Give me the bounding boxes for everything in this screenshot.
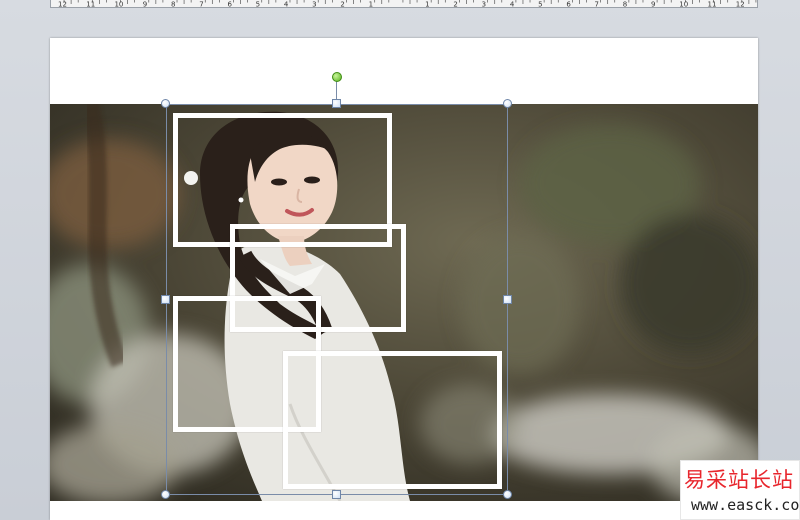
resize-handle-middle-left[interactable] [161,295,170,304]
ruler-label: 2 [340,1,344,9]
watermark-url: www.easck.com [691,496,800,514]
ruler-label: 3 [312,1,316,9]
ruler-label: 6 [227,1,232,9]
ruler-label: 5 [538,1,542,9]
rotate-handle[interactable] [332,72,342,82]
ruler-label: 10 [679,1,688,9]
ruler-label: 2 [453,1,457,9]
ruler-label: 10 [114,1,123,9]
ruler-label: 8 [623,1,627,9]
resize-handle-middle-right[interactable] [503,295,512,304]
ruler-label: 11 [708,1,717,9]
ruler-label: 9 [143,1,147,9]
ruler-label: 9 [651,1,655,9]
watermark-logo: 易采站长站 www.easck.com [680,460,800,520]
horizontal-ruler[interactable]: 12 11 10 9 8 7 6 5 4 3 2 1 1 2 3 4 5 6 7 8 9 10 11 12 [50,0,758,8]
ruler-label: 1 [369,1,373,9]
ruler-label: 11 [86,1,95,9]
watermark-title: 易采站长站 [684,468,794,492]
ruler-ticks: 12 11 10 9 8 7 6 5 4 3 2 1 1 2 3 4 5 6 7 8 9 10 11 12 [58,0,757,9]
ruler-label: 12 [736,1,745,9]
ruler-label: 3 [482,1,486,9]
ruler-label: 7 [595,1,599,9]
ruler-label: 4 [284,1,289,9]
resize-handle-top-left[interactable] [161,99,170,108]
resize-handle-bottom-left[interactable] [161,490,170,499]
ruler-label: 8 [171,1,175,9]
resize-handle-bottom-right[interactable] [503,490,512,499]
ruler-label: 4 [510,1,515,9]
ruler-label: 6 [566,1,571,9]
ruler-label: 1 [425,1,429,9]
resize-handle-top-center[interactable] [332,99,341,108]
ruler-label: 12 [58,1,67,9]
ruler-label: 5 [256,1,260,9]
ruler-label: 7 [199,1,203,9]
selection-bounding-box [166,104,508,495]
resize-handle-bottom-center[interactable] [332,490,341,499]
resize-handle-top-right[interactable] [503,99,512,108]
